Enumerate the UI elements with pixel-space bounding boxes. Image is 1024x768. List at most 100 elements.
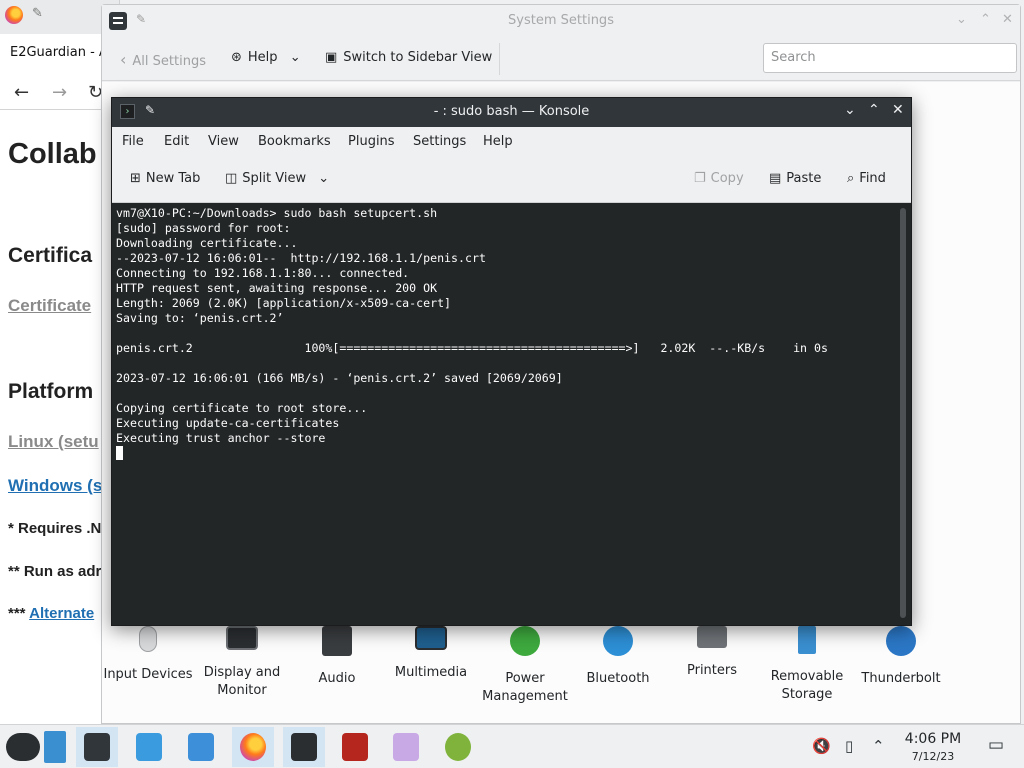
category-label: Display and Monitor [203,665,281,698]
back-button-label: All Settings [132,54,206,69]
konsole-titlebar[interactable]: › ✎ - : sudo bash — Konsole ⌄ ⌃ ✕ [112,98,911,127]
maximize-icon[interactable]: ⌃ [980,12,991,27]
page-title: Collab [8,138,97,170]
clock-date: 7/12/23 [911,750,955,763]
show-desktop-icon[interactable]: ▭ [988,735,1004,755]
category-printers[interactable]: Printers [664,626,760,680]
search-input[interactable]: Search [763,43,1017,73]
close-icon[interactable]: ✕ [892,102,904,118]
split-view-icon: ◫ [225,171,238,186]
taskbar-app-red[interactable] [334,727,376,767]
taskbar: 🔇 ▯ ⌃ 4:06 PM 7/12/23 ▭ [0,724,1024,768]
close-icon[interactable]: ✕ [1002,12,1013,27]
menu-view[interactable]: View [208,134,239,149]
clock[interactable]: 4:06 PM 7/12/23 [895,731,971,765]
search-icon: ⌕ [847,171,855,186]
sidebar-view-icon: ▣ [325,50,338,65]
terminal-area[interactable]: vm7@X10-PC:~/Downloads> sudo bash setupc… [112,203,911,625]
application-launcher[interactable] [2,727,44,767]
alternate-link[interactable]: Alternate [29,605,94,622]
back-button[interactable]: ‹ All Settings [120,50,206,69]
find-button[interactable]: ⌕ Find [847,171,886,186]
chevron-down-icon: ⌄ [318,171,330,186]
category-label: Power Management [482,671,568,704]
back-arrow-icon[interactable]: ← [14,82,29,103]
taskbar-discover[interactable] [128,727,170,767]
paste-button[interactable]: ▤ Paste [769,171,821,186]
linux-setup-link[interactable]: Linux (setu [8,432,99,452]
terminal-scrollbar[interactable] [900,208,906,618]
thunderbolt-icon [886,626,916,656]
menu-bookmarks[interactable]: Bookmarks [258,134,331,149]
firefox-icon[interactable] [5,6,23,24]
chevron-up-icon[interactable]: ⌃ [872,737,885,755]
discover-icon [136,733,162,761]
category-removable-storage[interactable]: Removable Storage [759,626,855,704]
pager-desktop[interactable] [42,727,72,767]
copy-button[interactable]: ❐ Copy [694,171,744,186]
copy-icon: ❐ [694,171,706,186]
taskbar-app-media[interactable] [437,727,479,767]
switch-sidebar-view-button[interactable]: ▣ Switch to Sidebar View [325,50,492,65]
menu-help[interactable]: Help [483,134,513,149]
monitor-icon [226,626,258,650]
menu-edit[interactable]: Edit [164,134,189,149]
category-multimedia[interactable]: Multimedia [383,626,479,682]
speaker-icon [322,626,352,656]
category-label: Printers [686,663,738,678]
category-power-management[interactable]: Power Management [477,626,573,706]
taskbar-konsole[interactable] [283,727,325,767]
volume-muted-icon[interactable]: 🔇 [812,737,831,755]
document-app-icon [393,733,419,761]
note-requires: * Requires .N [8,520,102,537]
section-heading-certificate: Certifica [8,244,93,267]
konsole-title: - : sudo bash — Konsole [433,104,590,119]
category-audio[interactable]: Audio [289,626,385,688]
category-thunderbolt[interactable]: Thunderbolt [853,626,949,688]
windows-setup-link[interactable]: Windows (s [8,476,102,496]
category-input-devices[interactable]: Input Devices [100,626,196,684]
paste-label: Paste [786,171,822,186]
settings-app-icon [84,733,110,761]
settings-title: System Settings [508,13,614,28]
clock-time: 4:06 PM [904,731,962,747]
usb-icon [798,626,816,654]
folder-icon [188,733,214,761]
forward-arrow-icon[interactable]: → [52,82,67,103]
taskbar-system-settings[interactable] [76,727,118,767]
category-bluetooth[interactable]: Bluetooth [570,626,666,688]
battery-icon[interactable]: ▯ [845,737,853,755]
multimedia-icon [415,626,447,650]
find-label: Find [859,171,886,186]
copy-label: Copy [710,171,744,186]
menu-settings[interactable]: Settings [413,134,466,149]
power-icon [510,626,540,656]
taskbar-firefox[interactable] [232,727,274,767]
maximize-icon[interactable]: ⌃ [868,102,880,118]
taskbar-dolphin[interactable] [180,727,222,767]
settings-titlebar[interactable]: ✎ System Settings ⌄ ⌃ ✕ [102,5,1020,37]
desktop-pager-icon [44,731,66,763]
certificate-link[interactable]: Certificate [8,296,91,316]
minimize-icon[interactable]: ⌄ [956,12,967,27]
taskbar-app-doc[interactable] [385,727,427,767]
browser-tab-title[interactable]: E2Guardian - A [10,45,108,60]
help-button[interactable]: ⊛ Help ⌄ [231,50,301,65]
category-display-monitor[interactable]: Display and Monitor [194,626,290,700]
help-button-label: Help [247,50,278,65]
menu-file[interactable]: File [122,134,144,149]
category-label: Removable Storage [770,669,844,702]
section-heading-platform: Platform [8,380,94,403]
chinese-app-icon [342,733,368,761]
new-tab-button[interactable]: ⊞ New Tab [130,171,200,186]
toolbar-separator [499,43,500,75]
help-lifebuoy-icon: ⊛ [231,50,242,65]
new-tab-icon: ⊞ [130,171,141,186]
minimize-icon[interactable]: ⌄ [844,102,856,118]
media-app-icon [445,733,471,761]
konsole-menubar: File Edit View Bookmarks Plugins Setting… [112,127,911,157]
category-label: Input Devices [103,667,193,682]
pin-icon[interactable]: ✎ [32,6,43,21]
menu-plugins[interactable]: Plugins [348,134,395,149]
split-view-button[interactable]: ◫ Split View ⌄ [225,171,329,186]
